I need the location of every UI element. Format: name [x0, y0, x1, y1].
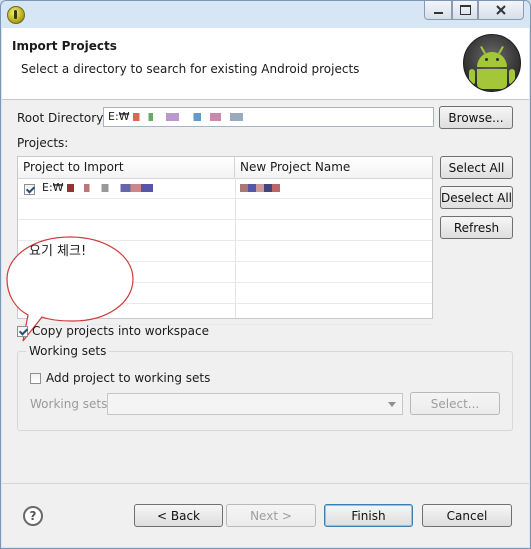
working-sets-group-title: Working sets — [26, 344, 110, 358]
close-button[interactable] — [478, 1, 524, 20]
finish-button[interactable]: Finish — [324, 504, 413, 527]
dialog-header: Import Projects Select a directory to se… — [2, 28, 529, 100]
back-button[interactable]: < Back — [134, 504, 223, 527]
root-directory-value: E:₩ — [108, 110, 130, 123]
working-sets-field-label: Working sets: — [30, 397, 112, 411]
window-controls — [424, 1, 524, 20]
table-row[interactable]: E:₩ — [18, 178, 432, 199]
project-checkbox[interactable] — [24, 184, 35, 195]
redacted-project-name — [240, 184, 280, 192]
new-project-name — [240, 181, 280, 194]
chevron-down-icon — [388, 402, 396, 407]
table-row — [18, 199, 432, 220]
column-project-to-import[interactable]: Project to Import — [18, 157, 235, 178]
refresh-button[interactable]: Refresh — [440, 216, 513, 239]
add-to-working-sets-label: Add project to working sets — [46, 371, 211, 385]
add-to-working-sets-checkbox[interactable] — [30, 372, 41, 384]
column-new-project-name[interactable]: New Project Name — [235, 157, 432, 178]
close-icon — [496, 5, 506, 15]
browse-button[interactable]: Browse... — [439, 106, 513, 129]
app-icon — [7, 6, 25, 24]
working-sets-group: Working sets — [17, 344, 513, 431]
dialog-window: Import Projects Select a directory to se… — [0, 0, 531, 549]
maximize-button[interactable] — [452, 1, 478, 20]
header-description: Select a directory to search for existin… — [21, 62, 360, 76]
cancel-button[interactable]: Cancel — [422, 504, 512, 527]
copy-projects-option[interactable]: Copy projects into workspace — [17, 324, 209, 338]
working-sets-select-button[interactable]: Select... — [410, 392, 500, 415]
maximize-icon — [459, 5, 471, 15]
table-header: Project to Import New Project Name — [18, 157, 432, 179]
projects-label: Projects: — [17, 136, 69, 150]
minimize-icon — [433, 12, 443, 14]
working-sets-combo[interactable] — [107, 393, 403, 415]
header-title: Import Projects — [12, 39, 117, 53]
add-to-working-sets-option[interactable]: Add project to working sets — [30, 371, 210, 385]
android-icon — [463, 34, 521, 92]
title-bar — [1, 1, 530, 27]
copy-projects-checkbox[interactable] — [17, 325, 28, 337]
next-button[interactable]: Next > — [226, 504, 316, 527]
project-path: E:₩ — [42, 181, 154, 194]
root-directory-label: Root Directory: — [17, 111, 107, 125]
select-all-button[interactable]: Select All — [440, 156, 513, 179]
minimize-button[interactable] — [424, 1, 452, 20]
help-icon[interactable]: ? — [23, 506, 43, 526]
deselect-all-button[interactable]: Deselect All — [440, 186, 513, 209]
root-directory-field[interactable]: E:₩ — [103, 107, 434, 127]
callout-text: 요기 체크! — [29, 244, 87, 259]
redacted-path — [133, 113, 244, 121]
copy-projects-label: Copy projects into workspace — [32, 324, 210, 338]
redacted-project-path — [67, 184, 154, 192]
